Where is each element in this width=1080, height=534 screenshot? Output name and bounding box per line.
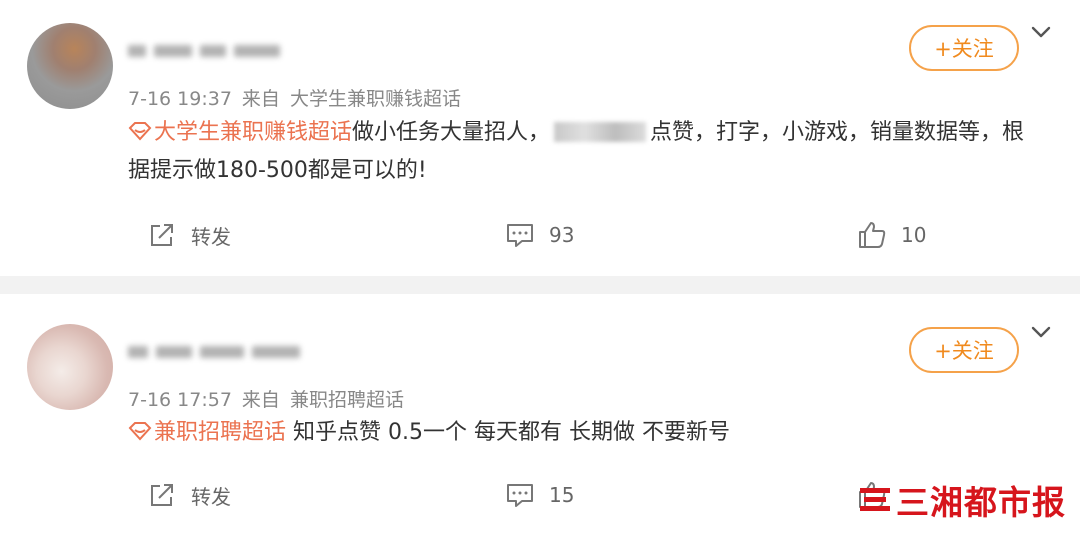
post-content: 大学生兼职赚钱超话做小任务大量招人， 点赞，打字，小游戏，销量数据等，根据提示做1…	[128, 114, 1028, 190]
post-timestamp: 7-16 19:37	[128, 88, 232, 110]
like-button[interactable]: 10	[857, 220, 926, 250]
super-topic-diamond-icon	[128, 122, 152, 141]
comment-count: 93	[549, 223, 575, 247]
username-redacted	[128, 341, 308, 363]
follow-button[interactable]: +关注	[909, 327, 1019, 373]
post-source[interactable]: 大学生兼职赚钱超话	[290, 88, 461, 110]
share-icon	[151, 224, 173, 246]
super-topic-link[interactable]: 大学生兼职赚钱超话	[154, 120, 352, 145]
repost-label: 转发	[191, 484, 231, 509]
post-actions: 转发 93 10	[0, 220, 1080, 260]
repost-button[interactable]: 转发	[147, 480, 231, 510]
post-text: 知乎点赞 0.5一个 每天都有 长期做 不要新号	[293, 420, 730, 445]
chevron-down-icon[interactable]	[1030, 21, 1052, 43]
redacted-text	[554, 122, 647, 142]
comment-button[interactable]: 15	[505, 480, 574, 510]
repost-button[interactable]: 转发	[147, 220, 231, 250]
comment-count: 15	[549, 483, 575, 507]
watermark-text: 三湘都市报	[896, 483, 1066, 522]
post-content: 兼职招聘超话 知乎点赞 0.5一个 每天都有 长期做 不要新号	[128, 414, 1028, 452]
post-meta: 7-16 17:57 来自 兼职招聘超话	[128, 385, 414, 412]
username-redacted	[128, 40, 288, 62]
follow-button[interactable]: +关注	[909, 25, 1019, 71]
like-count: 10	[901, 223, 927, 247]
post-source[interactable]: 兼职招聘超话	[290, 389, 404, 411]
post-meta: 7-16 19:37 来自 大学生兼职赚钱超话	[128, 84, 471, 111]
comment-icon	[507, 224, 533, 247]
source-prefix: 来自	[241, 88, 280, 110]
repost-label: 转发	[191, 224, 231, 249]
post-separator	[0, 276, 1080, 294]
super-topic-diamond-icon	[128, 422, 152, 441]
newspaper-logo-icon	[860, 488, 890, 511]
post-card: 7-16 19:37 来自 大学生兼职赚钱超话 +关注 大学生兼职赚钱超话做小任务大…	[0, 0, 1080, 276]
avatar[interactable]	[27, 23, 113, 109]
post-timestamp: 7-16 17:57	[128, 389, 232, 411]
comment-icon	[507, 484, 533, 507]
source-prefix: 来自	[241, 389, 280, 411]
avatar[interactable]	[27, 324, 113, 410]
share-icon	[151, 484, 173, 506]
comment-button[interactable]: 93	[505, 220, 574, 250]
post-text-part1: 做小任务大量招人，	[352, 120, 551, 145]
super-topic-link[interactable]: 兼职招聘超话	[154, 420, 286, 445]
thumbs-up-icon	[859, 222, 886, 248]
newspaper-watermark: 三湘都市报	[858, 476, 1066, 524]
chevron-down-icon[interactable]	[1030, 321, 1052, 343]
